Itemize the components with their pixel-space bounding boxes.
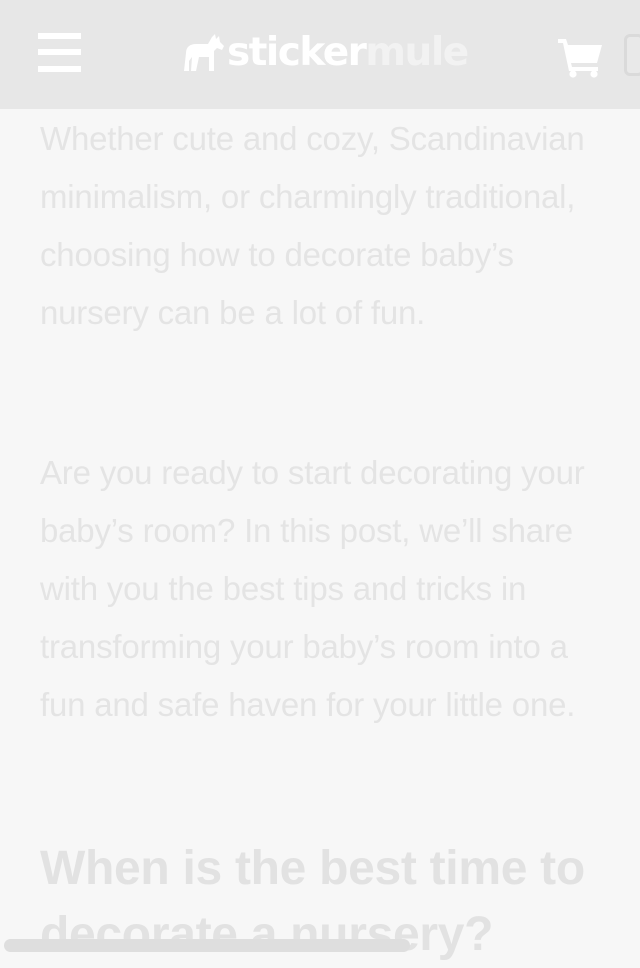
- sticker-mule-logo[interactable]: sticker mule: [181, 30, 469, 76]
- header-edge-button[interactable]: [624, 34, 640, 76]
- logo-text-sticker: sticker: [227, 30, 367, 75]
- site-header: sticker mule: [0, 0, 640, 109]
- mule-silhouette-icon: [184, 34, 224, 71]
- logo-text-mule: mule: [365, 30, 469, 75]
- article-paragraph: Are you ready to start decorating your b…: [40, 454, 585, 723]
- hamburger-menu-icon[interactable]: [38, 33, 81, 73]
- shopping-cart-icon[interactable]: [556, 36, 604, 78]
- horizontal-scrollbar[interactable]: [4, 939, 410, 952]
- article-paragraph: Whether cute and cozy, Scandinavian mini…: [40, 120, 585, 331]
